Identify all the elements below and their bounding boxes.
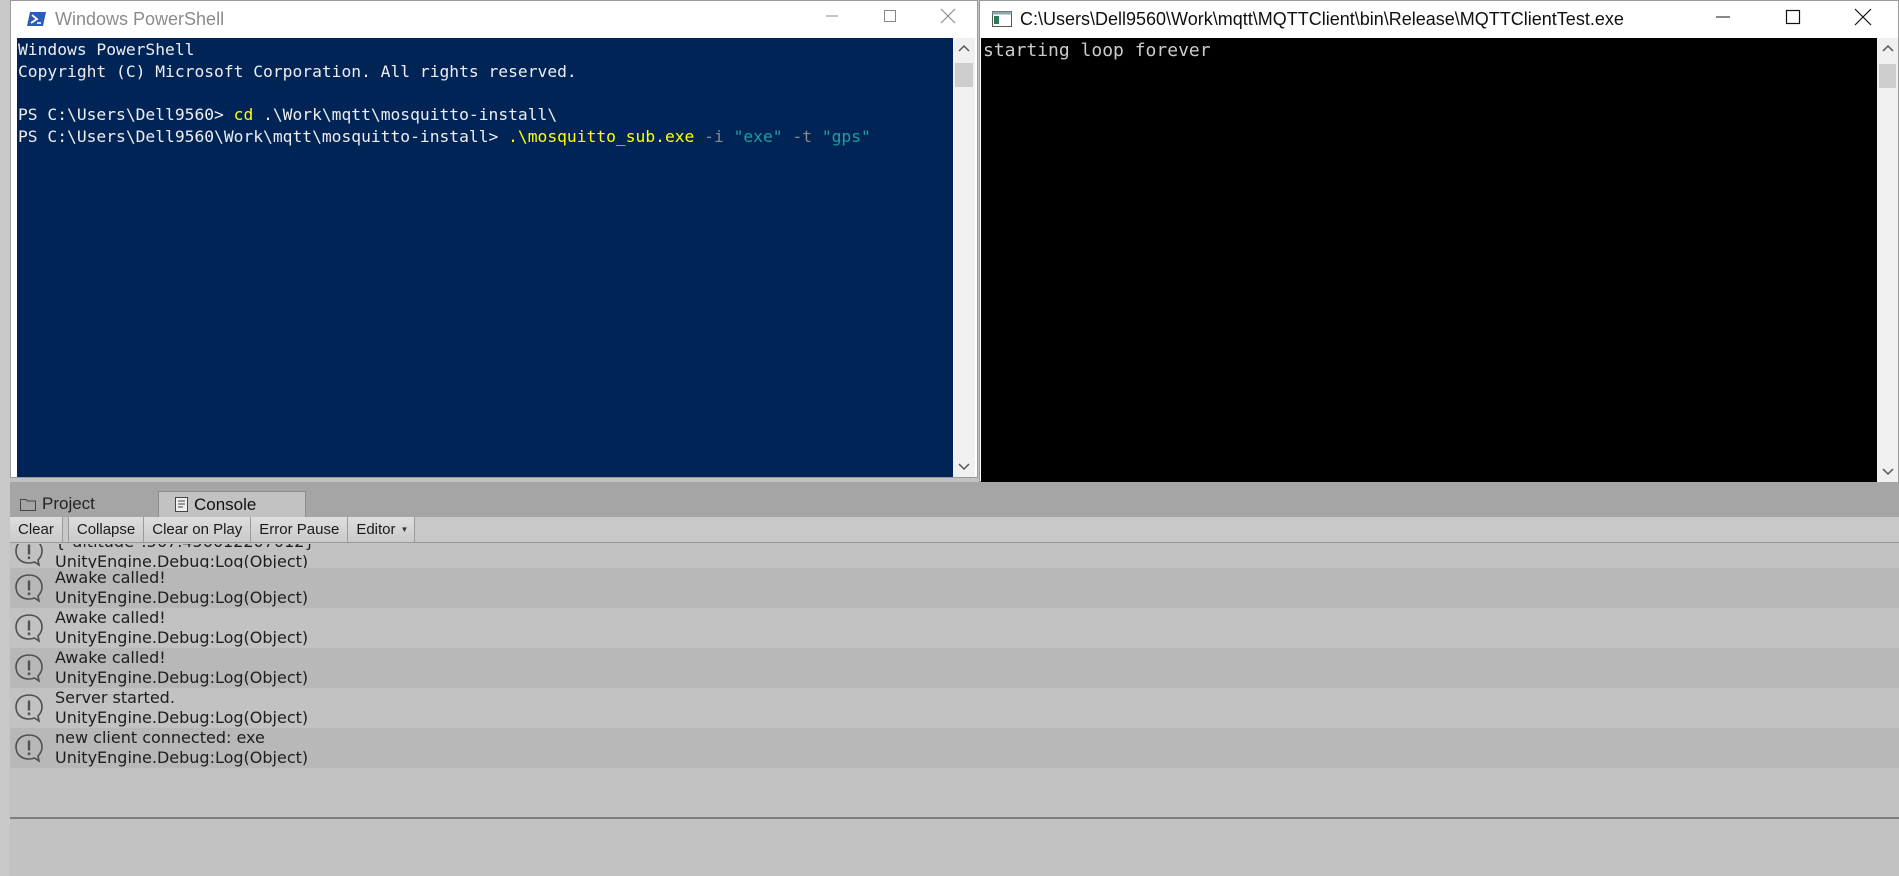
- unity-tabbar: Project Console: [10, 482, 1899, 517]
- console-token: Copyright (C) Microsoft Corporation. All…: [18, 61, 577, 81]
- scroll-up-arrow-icon[interactable]: [1877, 38, 1898, 58]
- powershell-window-controls: [803, 1, 977, 31]
- console-log-list[interactable]: {"altitude":567.456612207012} UnityEngine…: [10, 544, 1899, 816]
- console-token: -i: [694, 126, 734, 146]
- log-entry-text: Server started. UnityEngine.Debug:Log(Obj…: [55, 688, 308, 727]
- console-token: cd: [233, 105, 254, 125]
- log-entry-text: new client connected: exe UnityEngine.Deb…: [55, 728, 308, 767]
- minimize-icon: [826, 15, 838, 17]
- powershell-icon: [27, 11, 47, 27]
- editor-dropdown[interactable]: Editor ▼: [348, 517, 416, 542]
- log-source: UnityEngine.Debug:Log(Object): [55, 747, 309, 767]
- powershell-scrollbar[interactable]: [953, 38, 975, 477]
- error-pause-button[interactable]: Error Pause: [251, 517, 349, 542]
- log-entry[interactable]: Awake called! UnityEngine.Debug:Log(Objec…: [10, 568, 1899, 608]
- log-entry[interactable]: Awake called! UnityEngine.Debug:Log(Objec…: [10, 608, 1899, 648]
- console-token: .\mosquitto_sub.exe: [508, 126, 695, 146]
- scroll-down-arrow-icon[interactable]: [953, 457, 975, 477]
- close-button[interactable]: [1828, 1, 1898, 33]
- info-log-icon: [13, 544, 45, 567]
- cmd-console-output[interactable]: starting loop forever: [981, 38, 1877, 482]
- log-message: {"altitude":567.456612207012}: [55, 544, 315, 552]
- close-icon: [940, 8, 956, 24]
- cmd-scrollbar[interactable]: [1877, 38, 1898, 482]
- info-log-icon: [13, 613, 45, 643]
- log-detail-area: [10, 819, 1899, 876]
- info-log-icon: [13, 653, 45, 683]
- log-message: Server started.: [55, 688, 175, 707]
- console-token: Windows PowerShell: [18, 40, 195, 59]
- maximize-button[interactable]: [861, 1, 919, 31]
- folder-icon: [20, 498, 36, 511]
- powershell-window[interactable]: Windows PowerShell Windows PowerShell Cop…: [10, 0, 978, 478]
- scrollbar-thumb[interactable]: [1879, 64, 1896, 88]
- log-entry-text: Awake called! UnityEngine.Debug:Log(Objec…: [55, 608, 308, 647]
- powershell-console-output[interactable]: Windows PowerShell Copyright (C) Microsof…: [17, 38, 953, 477]
- info-log-icon: [13, 733, 45, 763]
- tab-console[interactable]: Console: [158, 491, 306, 517]
- console-app-icon: [992, 11, 1012, 27]
- cmd-titlebar[interactable]: C:\Users\Dell9560\Work\mqtt\MQTTClient\b…: [980, 1, 1898, 37]
- log-entry[interactable]: Server started. UnityEngine.Debug:Log(Obj…: [10, 688, 1899, 728]
- log-source: UnityEngine.Debug:Log(Object): [55, 587, 309, 607]
- maximize-icon: [1785, 9, 1801, 25]
- tab-project[interactable]: Project: [10, 491, 158, 517]
- log-message: Awake called!: [55, 648, 166, 667]
- desktop: Windows PowerShell Windows PowerShell Cop…: [0, 0, 1899, 876]
- console-token: "gps": [821, 126, 871, 146]
- dropdown-arrow-icon: ▼: [400, 525, 409, 534]
- log-message: Awake called!: [55, 568, 166, 587]
- maximize-button[interactable]: [1758, 1, 1828, 33]
- tab-console-label: Console: [194, 494, 257, 514]
- clear-on-play-button[interactable]: Clear on Play: [144, 517, 252, 542]
- log-entry-text: Awake called! UnityEngine.Debug:Log(Objec…: [55, 568, 308, 607]
- cmd-title: C:\Users\Dell9560\Work\mqtt\MQTTClient\b…: [1020, 8, 1624, 29]
- log-entry-text: Awake called! UnityEngine.Debug:Log(Objec…: [55, 648, 308, 687]
- log-message: Awake called!: [55, 608, 166, 627]
- console-tab-icon: [175, 497, 188, 512]
- console-token: .\Work\mqtt\mosquitto-install\: [253, 105, 558, 125]
- console-token: PS C:\Users\Dell9560>: [18, 105, 234, 125]
- powershell-title: Windows PowerShell: [55, 8, 225, 29]
- console-line: PS C:\Users\Dell9560\Work\mqtt\mosquitto…: [18, 126, 953, 148]
- console-token: "exe": [733, 126, 783, 146]
- info-log-icon: [13, 693, 45, 723]
- console-toolbar: Clear Collapse Clear on Play Error Pause…: [10, 517, 1899, 543]
- log-entry[interactable]: Awake called! UnityEngine.Debug:Log(Objec…: [10, 648, 1899, 688]
- info-log-icon: [13, 573, 45, 603]
- minimize-button[interactable]: [1688, 1, 1758, 33]
- log-message: new client connected: exe: [55, 728, 265, 747]
- clear-button[interactable]: Clear: [10, 517, 63, 542]
- close-icon: [1854, 8, 1872, 26]
- tab-project-label: Project: [42, 494, 95, 513]
- console-line: Copyright (C) Microsoft Corporation. All…: [18, 61, 953, 83]
- log-entry[interactable]: new client connected: exe UnityEngine.Deb…: [10, 728, 1899, 768]
- editor-dropdown-label: Editor: [356, 521, 396, 538]
- cmd-window[interactable]: C:\Users\Dell9560\Work\mqtt\MQTTClient\b…: [979, 0, 1899, 482]
- log-source: UnityEngine.Debug:Log(Object): [55, 667, 309, 687]
- scroll-down-arrow-icon[interactable]: [1877, 462, 1898, 482]
- minimize-button[interactable]: [803, 1, 861, 31]
- scrollbar-thumb[interactable]: [955, 63, 973, 87]
- maximize-icon: [884, 10, 896, 22]
- console-token: PS C:\Users\Dell9560\Work\mqtt\mosquitto…: [18, 126, 509, 146]
- minimize-icon: [1716, 16, 1730, 18]
- log-entry-text: {"altitude":567.456612207012}UnityEngine…: [55, 544, 315, 571]
- log-source: UnityEngine.Debug:Log(Object): [55, 707, 309, 727]
- log-source: UnityEngine.Debug:Log(Object): [55, 627, 309, 647]
- close-button[interactable]: [919, 1, 977, 31]
- unity-console-panel: Project Console Clear Collapse Clear on …: [10, 482, 1899, 876]
- collapse-button[interactable]: Collapse: [67, 517, 145, 542]
- powershell-titlebar[interactable]: Windows PowerShell: [11, 1, 977, 37]
- cmd-window-controls: [1688, 1, 1898, 33]
- console-line: Windows PowerShell: [18, 39, 953, 61]
- console-line: PS C:\Users\Dell9560> cd .\Work\mqtt\mos…: [18, 104, 953, 126]
- left-gutter: [0, 0, 10, 876]
- scroll-up-arrow-icon[interactable]: [953, 38, 975, 58]
- console-token: -t: [782, 126, 822, 146]
